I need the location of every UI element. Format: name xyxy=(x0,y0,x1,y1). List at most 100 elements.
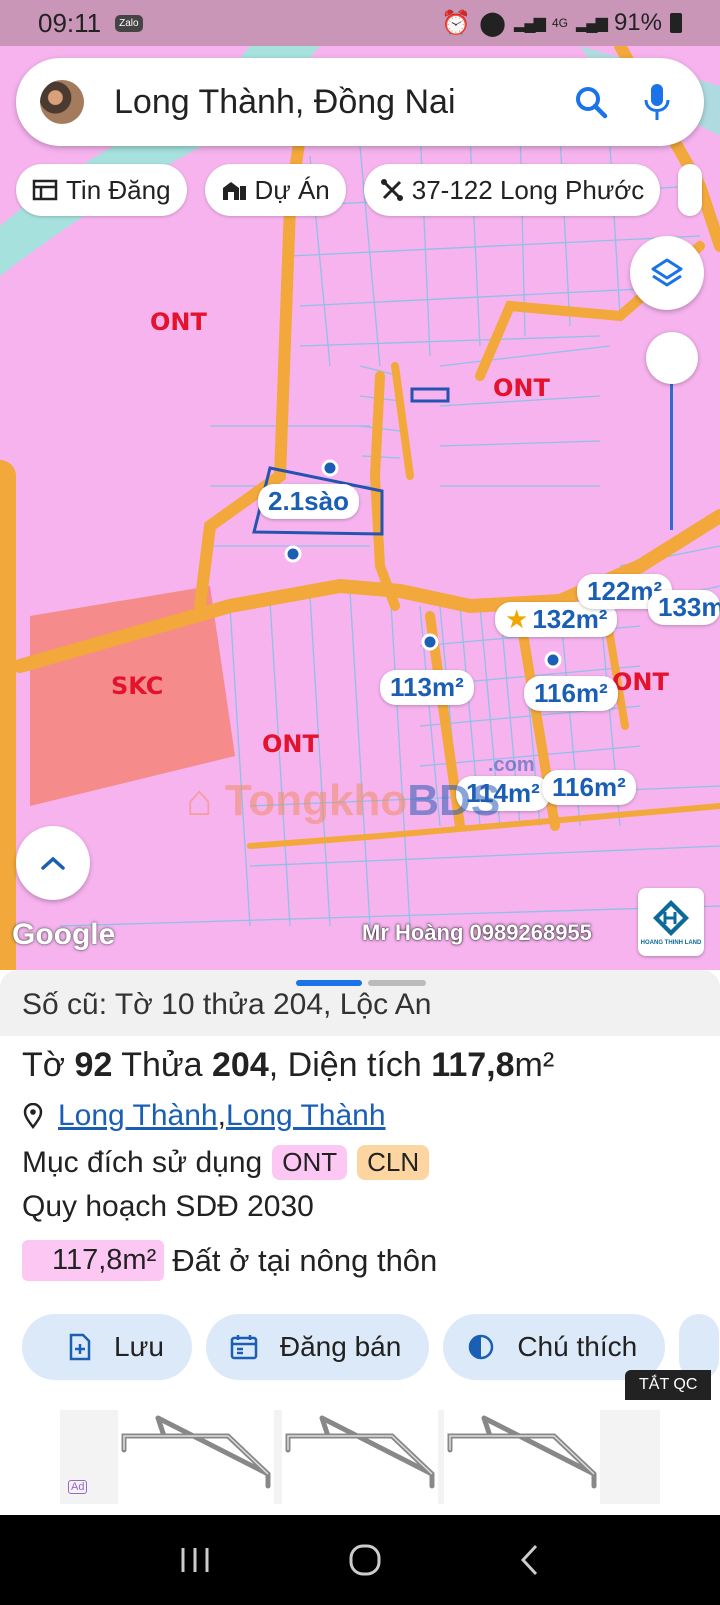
star-icon: ★ xyxy=(505,604,529,634)
watermark: ⌂ TongkhoBDS .com xyxy=(186,754,535,826)
purpose-label: Mục đích sử dụng xyxy=(22,1145,263,1179)
mic-icon xyxy=(644,84,670,120)
voice-search-button[interactable] xyxy=(634,79,680,125)
plan-area: 117,8m² xyxy=(22,1240,165,1281)
zone-label: ONT xyxy=(612,668,669,696)
plot-label: Thửa xyxy=(121,1046,203,1084)
sheet-label: Tờ xyxy=(22,1046,66,1084)
layers-icon xyxy=(651,258,683,287)
brand-logo[interactable]: HOANG THINH LAND xyxy=(638,888,704,956)
plot-number: 204 xyxy=(212,1046,269,1084)
chip-tin-dang[interactable]: Tin Đăng xyxy=(16,164,187,216)
alarm-icon: ⏰ xyxy=(441,9,472,37)
ad-badge: Ad xyxy=(68,1480,88,1494)
layers-button[interactable] xyxy=(630,236,704,310)
sheet-number: 92 xyxy=(74,1046,113,1084)
chip-route[interactable]: 37-122 Long Phước xyxy=(363,164,661,216)
expand-up-button[interactable] xyxy=(16,826,90,900)
purpose-tag: CLN xyxy=(357,1145,430,1180)
purpose-tag: ONT xyxy=(272,1145,348,1180)
location-icon: ⬤ xyxy=(479,9,507,37)
plan-description: Đất ở tại nông thôn xyxy=(172,1242,438,1278)
watermark-tld: .com xyxy=(488,754,535,776)
area-unit: m² xyxy=(514,1046,555,1084)
save-icon xyxy=(69,1333,91,1361)
plan-title: Quy hoạch SDĐ 2030 xyxy=(22,1190,314,1223)
home-icon[interactable] xyxy=(348,1543,382,1577)
chip-label: Dự Án xyxy=(254,174,330,205)
land-purpose: Mục đích sử dụng ONT CLN xyxy=(0,1145,720,1180)
parcel-sheet: Số cũ: Tờ 10 thửa 204, Lộc An Tờ 92 Thửa… xyxy=(0,970,720,1515)
legend-label: Chú thích xyxy=(517,1331,638,1362)
status-icons: ⏰ ⬤ ▂▄▆ 4G ▂▄▆ 91% xyxy=(441,9,682,38)
ad-banner[interactable]: Ad xyxy=(60,1410,660,1504)
chip-du-an[interactable]: Dự Án xyxy=(204,164,346,216)
post-icon xyxy=(230,1335,258,1360)
battery-percent: 91% xyxy=(613,9,662,36)
towel-rack-image xyxy=(121,1415,271,1489)
filter-chips: Tin Đăng Dự Án 37-122 Long Phước xyxy=(16,164,703,216)
action-buttons: Lưu Đăng bán Chú thích xyxy=(22,1314,720,1380)
zone-label: SKC xyxy=(111,672,164,700)
save-button[interactable]: Lưu xyxy=(22,1314,192,1380)
signal-icon-2: ▂▄▆ xyxy=(576,15,608,32)
search-input[interactable]: Long Thành, Đồng Nai xyxy=(114,83,568,122)
parcel-location: Long Thành, Long Thành xyxy=(0,1099,720,1133)
news-icon xyxy=(32,179,58,201)
zone-label: ONT xyxy=(150,308,207,336)
brand-logo-text: HOANG THINH LAND xyxy=(640,940,702,946)
plan-entry: 117,8m² Đất ở tại nông thôn xyxy=(0,1240,720,1281)
save-label: Lưu xyxy=(114,1331,164,1362)
ad-product-image xyxy=(282,1410,438,1504)
avatar[interactable] xyxy=(40,80,84,124)
search-icon xyxy=(576,87,608,119)
zoom-slider-track[interactable] xyxy=(670,375,673,530)
area-label[interactable]: 116m² xyxy=(542,770,636,805)
sheet-handle[interactable] xyxy=(296,980,426,986)
brand-logo-icon xyxy=(653,900,689,936)
area-label-text: , Diện tích xyxy=(268,1046,422,1084)
google-logo: Google xyxy=(12,918,116,951)
chip-label: 37-122 Long Phước xyxy=(411,174,645,205)
zoom-slider-handle[interactable] xyxy=(646,332,698,384)
watermark-brand-b: BDS xyxy=(407,776,501,825)
watermark-logo-icon: ⌂ xyxy=(186,776,213,825)
chip-more[interactable] xyxy=(678,164,703,216)
watermark-brand-a: Tongkho xyxy=(224,776,408,825)
buildings-icon xyxy=(222,182,246,200)
system-nav-bar xyxy=(0,1515,720,1605)
zone-label: ONT xyxy=(493,374,550,402)
status-bar: 09:11 Zalo ⏰ ⬤ ▂▄▆ 4G ▂▄▆ 91% xyxy=(0,0,720,46)
location-link-ward[interactable]: Long Thành xyxy=(226,1099,386,1133)
chip-label: Tin Đăng xyxy=(66,174,171,205)
area-label[interactable]: 2.1sào xyxy=(258,484,359,519)
ad-close-button[interactable]: TẮT QC xyxy=(625,1370,712,1400)
area-label[interactable]: 113m² xyxy=(380,670,474,705)
network-type: 4G xyxy=(551,16,568,30)
zone-label: ONT xyxy=(262,730,319,758)
chevron-up-icon xyxy=(41,856,65,870)
search-bar[interactable]: Long Thành, Đồng Nai xyxy=(16,58,704,146)
back-icon[interactable] xyxy=(518,1543,542,1577)
search-button[interactable] xyxy=(568,79,614,125)
location-separator: , xyxy=(217,1099,226,1132)
towel-rack-image xyxy=(285,1415,435,1489)
location-link-district[interactable]: Long Thành xyxy=(58,1099,218,1133)
post-sale-label: Đăng bán xyxy=(279,1331,402,1362)
route-icon xyxy=(380,179,403,201)
screen: 09:11 Zalo ⏰ ⬤ ▂▄▆ 4G ▂▄▆ 91% ONT ONT SK… xyxy=(0,0,720,1605)
contact-text: Mr Hoàng 0989268955 xyxy=(362,920,592,945)
recent-apps-icon[interactable] xyxy=(178,1545,212,1575)
signal-icon: ▂▄▆ xyxy=(514,15,546,32)
area-label[interactable]: 116m² xyxy=(524,676,618,711)
legend-icon xyxy=(469,1334,494,1360)
zalo-notification-icon: Zalo xyxy=(115,14,143,32)
parcel-title: Tờ 92 Thửa 204, Diện tích 117,8m² xyxy=(0,1046,720,1085)
ad-product-image xyxy=(118,1410,274,1504)
post-sale-button[interactable]: Đăng bán xyxy=(205,1314,430,1380)
ad-product-image xyxy=(444,1410,600,1504)
parcel-area: 117,8 xyxy=(431,1046,515,1084)
towel-rack-image xyxy=(447,1415,597,1489)
location-pin-icon xyxy=(23,1103,43,1129)
area-label[interactable]: 133m² xyxy=(648,590,720,625)
